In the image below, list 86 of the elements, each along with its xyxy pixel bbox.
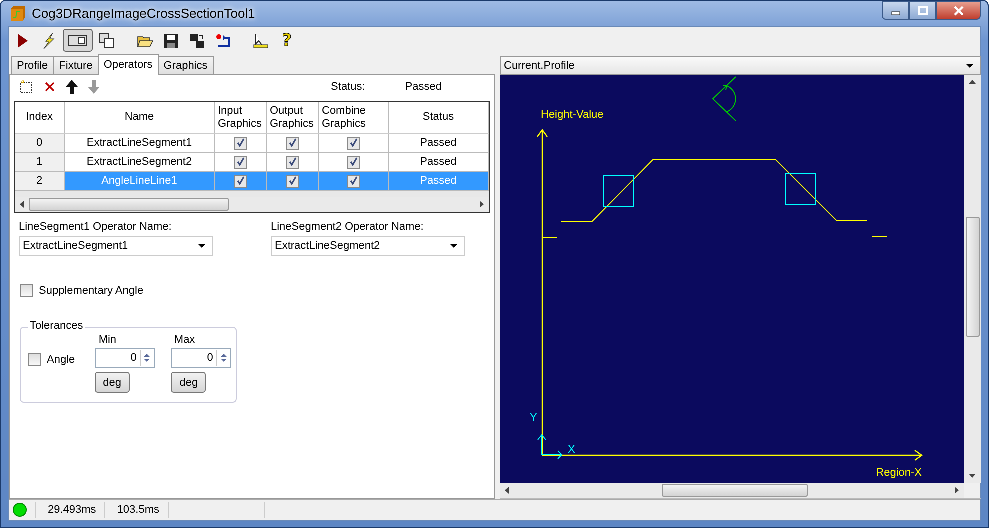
- checkbox[interactable]: [286, 136, 299, 150]
- scroll-thumb[interactable]: [29, 198, 229, 211]
- scroll-left-icon[interactable]: [20, 201, 24, 208]
- checkbox[interactable]: [234, 156, 247, 168]
- tab[interactable]: Profile: [11, 56, 54, 74]
- view-dropdown[interactable]: Current.Profile: [500, 56, 981, 75]
- roi-box: [604, 176, 634, 208]
- table-cell: Passed: [389, 134, 489, 152]
- return-arrow-icon[interactable]: [215, 32, 231, 48]
- windows-icon[interactable]: [99, 32, 115, 48]
- table-cell: 1: [15, 153, 65, 171]
- delete-icon[interactable]: [44, 81, 56, 93]
- status-label: Status:: [331, 81, 366, 93]
- table-cell: ExtractLineSegment2: [65, 153, 215, 171]
- up-arrow-icon[interactable]: [66, 80, 78, 94]
- caret-icon[interactable]: [966, 64, 974, 68]
- vertical-scrollbar[interactable]: [964, 75, 981, 483]
- axis-label: Region-X: [876, 467, 922, 479]
- scroll-right-icon[interactable]: [480, 201, 484, 208]
- grid-row[interactable]: 0 ExtractLineSegment1 Passed: [15, 134, 489, 153]
- checkbox[interactable]: [286, 156, 299, 168]
- scroll-thumb[interactable]: [966, 217, 980, 337]
- window-title: Cog3DRangeImageCrossSectionTool1: [32, 6, 256, 21]
- roi-box: [786, 174, 816, 206]
- app-icon: [10, 6, 26, 22]
- checkbox[interactable]: [347, 174, 360, 188]
- operator-dropdown[interactable]: ExtractLineSegment2: [271, 236, 465, 256]
- axis-label: Height-Value: [541, 109, 604, 121]
- caret-icon[interactable]: [450, 244, 458, 248]
- grid-row[interactable]: 2 AngleLineLine1 Passed: [15, 172, 489, 191]
- table-cell: 2: [15, 172, 65, 190]
- unit-button[interactable]: deg: [94, 372, 130, 393]
- horizontal-scrollbar[interactable]: [500, 483, 964, 498]
- status-value: Passed: [405, 81, 442, 93]
- timing-text: 29.493ms: [35, 502, 104, 518]
- checkbox[interactable]: [28, 353, 41, 366]
- field-label: Max: [173, 334, 196, 346]
- axis-label: X: [568, 444, 576, 456]
- scroll-down-icon[interactable]: [969, 474, 976, 478]
- scroll-thumb[interactable]: [662, 484, 808, 497]
- lightning-icon[interactable]: [41, 32, 57, 48]
- new-icon[interactable]: [20, 80, 34, 94]
- tab[interactable]: Fixture: [53, 56, 99, 74]
- table-cell: Passed: [389, 153, 489, 171]
- number-field[interactable]: 0: [171, 348, 232, 368]
- spin-arrows-icon[interactable]: [220, 354, 228, 362]
- operator-dropdown[interactable]: ExtractLineSegment1: [19, 236, 213, 256]
- panel-toggle-button[interactable]: [63, 29, 93, 52]
- table-cell: 0: [15, 134, 65, 152]
- checkbox[interactable]: [234, 174, 247, 188]
- panel-icon[interactable]: [68, 34, 88, 48]
- tab[interactable]: Graphics: [158, 56, 214, 74]
- horizontal-scrollbar[interactable]: [15, 197, 489, 212]
- checkbox[interactable]: [234, 136, 247, 150]
- maximize-button[interactable]: [909, 1, 936, 20]
- down-arrow-icon[interactable]: [88, 80, 100, 94]
- number-field[interactable]: 0: [94, 348, 155, 368]
- checkbox-label: Supplementary Angle: [39, 284, 144, 296]
- group-title: Tolerances: [28, 320, 86, 332]
- checkbox[interactable]: [20, 284, 33, 297]
- field-label: Min: [98, 334, 118, 346]
- scroll-left-icon[interactable]: [505, 487, 509, 494]
- checkbox[interactable]: [286, 174, 299, 188]
- close-icon[interactable]: [954, 6, 964, 16]
- origin-axes-drawing: [538, 434, 563, 460]
- checkbox[interactable]: [347, 156, 360, 168]
- caret-icon[interactable]: [198, 244, 206, 248]
- angle-marker-drawing: [712, 76, 736, 122]
- checkbox[interactable]: [347, 136, 360, 150]
- scroll-right-icon[interactable]: [955, 487, 959, 494]
- minimize-button[interactable]: [882, 1, 909, 20]
- unit-button[interactable]: deg: [171, 372, 206, 393]
- timing-text: 103.5ms: [104, 502, 168, 518]
- spin-arrows-icon[interactable]: [143, 354, 152, 362]
- table-cell: Passed: [389, 172, 489, 190]
- scroll-up-icon[interactable]: [969, 80, 976, 84]
- tab[interactable]: Operators: [98, 54, 159, 75]
- close-button[interactable]: [936, 1, 981, 20]
- field-label: LineSegment2 Operator Name:: [271, 221, 425, 233]
- axis-label: Y: [530, 412, 538, 424]
- checkbox-label: Angle: [47, 354, 76, 366]
- table-cell: AngleLineLine1: [65, 172, 215, 190]
- field-label: LineSegment1 Operator Name:: [19, 221, 173, 233]
- save-icon[interactable]: [163, 32, 179, 48]
- ruler-icon[interactable]: [253, 32, 269, 48]
- table-cell: ExtractLineSegment1: [65, 134, 215, 152]
